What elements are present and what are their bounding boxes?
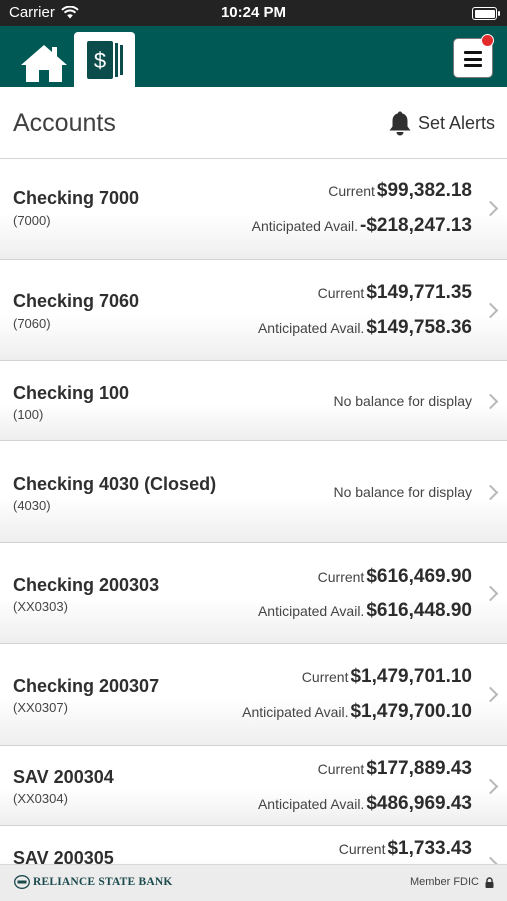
current-value: $616,469.90 [366,566,472,587]
home-icon [21,45,67,82]
lock-icon [485,876,494,888]
current-label: Current [317,285,365,301]
account-name: Checking 200303 [13,575,160,595]
account-number: (XX0304) [13,791,68,806]
current-value: $177,889.43 [366,758,472,779]
page-title: Accounts [13,109,116,137]
footer: RELIANCE STATE BANK Member FDIC [0,864,507,901]
account-row-checking-100[interactable]: Checking 100 (100) No balance for displa… [0,361,507,441]
accounts-tab[interactable]: $ [74,32,135,87]
anticipated-balance: Anticipated Avail. $486,969.43 [258,793,472,815]
current-label: Current [317,761,365,777]
anticipated-label: Anticipated Avail. [257,796,365,812]
anticipated-value: $486,969.43 [366,793,472,814]
account-name: Checking 4030 (Closed) [13,474,217,494]
anticipated-label: Anticipated Avail. [251,218,358,234]
anticipated-balance: Anticipated Avail. $1,479,700.10 [242,701,472,723]
current-balance: Current $99,382.18 [328,180,472,202]
current-label: Current [328,183,375,199]
account-name: Checking 7060 [13,291,140,311]
account-row-checking-4030[interactable]: Checking 4030 (Closed) (4030) No balance… [0,441,507,543]
bell-icon [389,111,411,136]
account-number: (XX0303) [13,599,68,614]
account-list: Checking 7000 (7000) Current $99,382.18 A… [0,159,507,886]
set-alerts-button[interactable]: Set Alerts [388,110,495,136]
account-row-checking-200303[interactable]: Checking 200303 (XX0303) Current $616,469… [0,543,507,644]
bank-emblem-icon [14,875,30,889]
account-name: Checking 100 [13,383,130,403]
no-balance-text: No balance for display [333,393,472,409]
notification-badge [481,34,494,47]
current-label: Current [338,841,386,857]
anticipated-balance: Anticipated Avail. $616,448.90 [258,600,472,622]
account-row-sav-200304[interactable]: SAV 200304 (XX0304) Current $177,889.43 A… [0,746,507,826]
hamburger-icon [464,51,482,71]
current-value: $149,771.35 [366,282,472,303]
bank-logo: RELIANCE STATE BANK [14,875,173,889]
chevron-right-icon [482,393,499,410]
current-balance: Current $616,469.90 [318,566,472,588]
account-name: Checking 200307 [13,676,160,696]
chevron-right-icon [482,200,499,217]
account-number: (XX0307) [13,700,68,715]
anticipated-label: Anticipated Avail. [242,704,349,720]
no-balance-text: No balance for display [333,484,472,500]
current-balance: Current $1,733.43 [339,838,472,860]
current-balance: Current $177,889.43 [318,758,472,780]
account-number: (7060) [13,316,51,331]
anticipated-value: $1,479,700.10 [350,701,472,722]
current-balance: Current $1,479,701.10 [302,666,472,688]
home-button[interactable] [20,43,68,83]
chevron-right-icon [482,686,499,703]
account-row-checking-7060[interactable]: Checking 7060 (7060) Current $149,771.35 … [0,260,507,361]
chevron-right-icon [482,778,499,795]
account-row-checking-7000[interactable]: Checking 7000 (7000) Current $99,382.18 A… [0,159,507,260]
current-value: $99,382.18 [376,180,472,201]
anticipated-value: -$218,247.13 [360,215,472,236]
nav-bar: $ [0,26,507,87]
member-fdic-label: Member FDIC [409,876,479,888]
set-alerts-label: Set Alerts [417,112,495,133]
account-number: (4030) [13,498,51,513]
current-label: Current [317,569,365,585]
anticipated-value: $149,758.36 [366,317,472,338]
battery-icon [472,7,500,20]
menu-button[interactable] [453,34,494,78]
chevron-right-icon [482,302,499,319]
svg-text:$: $ [94,48,106,73]
member-fdic: Member FDIC [410,876,494,888]
account-row-checking-200307[interactable]: Checking 200307 (XX0307) Current $1,479,7… [0,644,507,746]
status-time: 10:24 PM [220,4,287,21]
account-name: SAV 200304 [13,767,114,787]
current-value: $1,733.43 [387,838,472,859]
current-label: Current [301,669,349,685]
anticipated-value: $616,448.90 [366,600,472,621]
page-header: Accounts Set Alerts [0,87,507,159]
anticipated-label: Anticipated Avail. [257,603,365,619]
money-icon: $ [87,41,123,79]
current-value: $1,479,701.10 [350,666,472,687]
status-bar: Carrier 10:24 PM [0,0,507,26]
anticipated-label: Anticipated Avail. [257,320,365,336]
account-number: (100) [13,407,44,422]
current-balance: Current $149,771.35 [318,282,472,304]
anticipated-balance: Anticipated Avail. -$218,247.13 [252,215,472,237]
chevron-right-icon [482,484,499,501]
account-name: Checking 7000 [13,188,140,208]
bank-name: RELIANCE STATE BANK [33,876,173,888]
account-number: (7000) [13,213,51,228]
anticipated-balance: Anticipated Avail. $149,758.36 [258,317,472,339]
chevron-right-icon [482,585,499,602]
